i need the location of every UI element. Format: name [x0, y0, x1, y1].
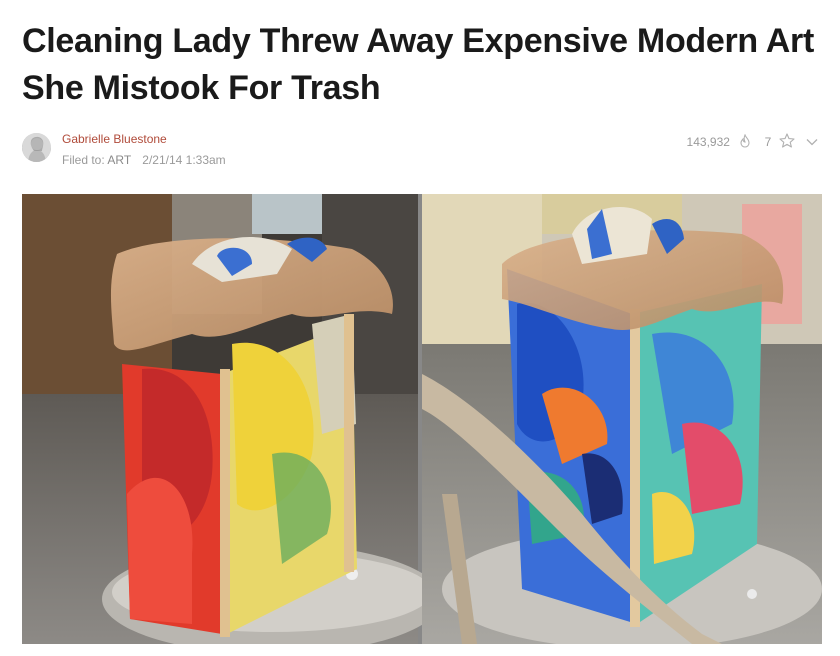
post-stats: 143,932 7 [687, 133, 818, 151]
category-tag[interactable]: ART [107, 153, 131, 167]
star-count: 7 [764, 135, 772, 149]
author-avatar[interactable] [22, 133, 51, 162]
author-link[interactable]: Gabrielle Bluestone [62, 132, 167, 146]
view-count: 143,932 [686, 135, 730, 149]
filed-prefix: Filed to: [62, 153, 105, 167]
article-photo [22, 194, 822, 644]
headline-line-1: Cleaning Lady Threw Away Expensive Moder… [22, 22, 814, 60]
byline: Gabrielle Bluestone Filed to: ART 2/21/1… [22, 131, 818, 171]
filed-to: Filed to: ART 2/21/14 1:33am [62, 153, 226, 167]
post-date: 2/21/14 1:33am [142, 153, 226, 167]
chevron-down-icon[interactable] [806, 135, 818, 149]
flame-icon [739, 133, 751, 151]
right-trash-can-photo [422, 194, 822, 644]
headline-line-2: She Mistook For Trash [22, 69, 381, 107]
star-outline-icon[interactable] [779, 133, 795, 151]
article-headline: Cleaning Lady Threw Away Expensive Moder… [22, 18, 822, 112]
left-trash-can-photo [22, 194, 442, 644]
